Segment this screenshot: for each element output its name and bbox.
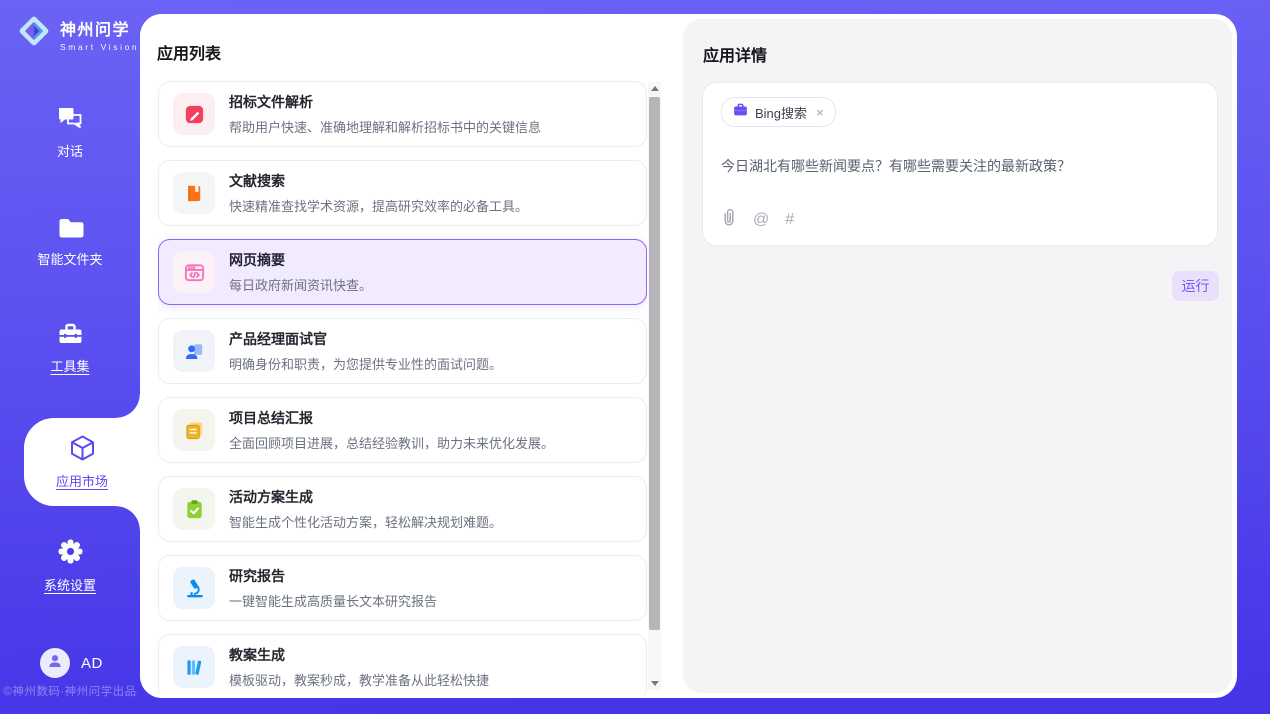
briefcase-icon (733, 103, 748, 122)
list-scrollbar[interactable] (648, 82, 661, 690)
prompt-input[interactable]: 今日湖北有哪些新闻要点？有哪些需要关注的最新政策？ (721, 157, 1199, 177)
app-card-research-report[interactable]: 研究报告 一键智能生成高质量长文本研究报告 (158, 555, 647, 621)
brand-tagline: Smart Vision (60, 42, 139, 52)
sidebar-item-settings[interactable]: 系统设置 (0, 538, 140, 594)
tool-tag-bing-search[interactable]: Bing搜索 × (721, 97, 836, 127)
tool-tag-label: Bing搜索 (755, 103, 807, 122)
hash-icon[interactable]: # (785, 211, 794, 229)
sidebar: 神州问学 Smart Vision 对话 智能文件夹 (0, 0, 140, 714)
microscope-icon (173, 567, 215, 609)
sidebar-item-chat[interactable]: 对话 (0, 106, 140, 160)
browser-code-icon (173, 251, 215, 293)
app-card-title: 教案生成 (229, 645, 489, 665)
scrollbar-thumb[interactable] (649, 97, 660, 630)
toolbox-icon (57, 322, 84, 349)
sidebar-item-label: 应用市场 (56, 471, 108, 490)
person-icon (46, 652, 64, 675)
app-card-project-summary[interactable]: 项目总结汇报 全面回顾项目进展，总结经验教训，助力未来优化发展。 (158, 397, 647, 463)
gear-icon (57, 538, 84, 568)
app-card-desc: 一键智能生成高质量长文本研究报告 (229, 591, 437, 610)
book-icon (173, 172, 215, 214)
notes-icon (173, 409, 215, 451)
app-card-desc: 每日政府新闻资讯快查。 (229, 275, 372, 294)
app-card-title: 项目总结汇报 (229, 408, 554, 428)
sidebar-item-toolset[interactable]: 工具集 (0, 322, 140, 375)
app-card-desc: 全面回顾项目进展，总结经验教训，助力未来优化发展。 (229, 433, 554, 452)
app-card-title: 研究报告 (229, 566, 437, 586)
sidebar-item-label: 智能文件夹 (37, 249, 102, 268)
app-card-title: 网页摘要 (229, 250, 372, 270)
sidebar-item-label: 对话 (57, 141, 83, 160)
app-card-title: 产品经理面试官 (229, 329, 502, 349)
app-card-title: 文献搜索 (229, 171, 528, 191)
user-chip[interactable]: AD (40, 648, 103, 678)
edit-document-icon (173, 93, 215, 135)
interviewer-icon (173, 330, 215, 372)
chat-icon (57, 106, 84, 134)
app-list-panel: 应用列表 招标文件解析 帮助用户快速、准确地理解和解析招标书中的关键信息 (140, 14, 683, 698)
app-card-desc: 智能生成个性化活动方案，轻松解决规划难题。 (229, 512, 502, 531)
avatar (40, 648, 70, 678)
brand-name: 神州问学 (60, 16, 139, 40)
app-card-desc: 明确身份和职责，为您提供专业性的面试问题。 (229, 354, 502, 373)
main-container: 应用列表 招标文件解析 帮助用户快速、准确地理解和解析招标书中的关键信息 (140, 14, 1237, 698)
folder-icon (57, 216, 84, 242)
app-card-desc: 快速精准查找学术资源，提高研究效率的必备工具。 (229, 196, 528, 215)
prompt-card: Bing搜索 × 今日湖北有哪些新闻要点？有哪些需要关注的最新政策？ @ # (702, 82, 1218, 246)
sidebar-footer: ©神州数码·神州问学出品 (0, 683, 140, 699)
app-card-desc: 模板驱动，教案秒成，教学准备从此轻松快捷 (229, 670, 489, 689)
at-icon[interactable]: @ (753, 211, 769, 229)
triangle-up-icon (651, 86, 659, 91)
app-card-literature-search[interactable]: 文献搜索 快速精准查找学术资源，提高研究效率的必备工具。 (158, 160, 647, 226)
app-card-event-plan[interactable]: 活动方案生成 智能生成个性化活动方案，轻松解决规划难题。 (158, 476, 647, 542)
app-list-title: 应用列表 (157, 40, 221, 64)
run-button[interactable]: 运行 (1172, 271, 1219, 301)
app-detail-title: 应用详情 (703, 42, 767, 66)
close-icon[interactable]: × (816, 105, 824, 120)
triangle-down-icon (651, 681, 659, 686)
cube-icon (69, 434, 96, 465)
app-card-lesson-plan[interactable]: 教案生成 模板驱动，教案秒成，教学准备从此轻松快捷 (158, 634, 647, 695)
user-initials: AD (81, 655, 103, 672)
paperclip-icon[interactable] (721, 208, 737, 231)
app-detail-panel: 应用详情 Bing搜索 × 今日湖北有哪些新闻要点？有哪些需要关注的最新政策？ (683, 19, 1232, 693)
app-card-title: 招标文件解析 (229, 92, 541, 112)
sidebar-item-smart-folder[interactable]: 智能文件夹 (0, 216, 140, 268)
books-icon (173, 646, 215, 688)
app-card-bid-analysis[interactable]: 招标文件解析 帮助用户快速、准确地理解和解析招标书中的关键信息 (158, 81, 647, 147)
sidebar-item-app-market[interactable]: 应用市场 (24, 418, 140, 506)
app-card-pm-interviewer[interactable]: 产品经理面试官 明确身份和职责，为您提供专业性的面试问题。 (158, 318, 647, 384)
scrollbar-down-button[interactable] (648, 677, 661, 690)
diamond-gem-icon (15, 12, 53, 55)
sidebar-item-label: 工具集 (50, 356, 89, 375)
clipboard-check-icon (173, 488, 215, 530)
attachment-toolbar: @ # (721, 208, 794, 231)
app-card-desc: 帮助用户快速、准确地理解和解析招标书中的关键信息 (229, 117, 541, 136)
scrollbar-up-button[interactable] (648, 82, 661, 95)
app-card-title: 活动方案生成 (229, 487, 502, 507)
sidebar-item-label: 系统设置 (44, 575, 96, 594)
app-logo: 神州问学 Smart Vision (15, 12, 139, 55)
app-card-web-summary[interactable]: 网页摘要 每日政府新闻资讯快查。 (158, 239, 647, 305)
app-card-list: 招标文件解析 帮助用户快速、准确地理解和解析招标书中的关键信息 文献搜索 快速精… (158, 81, 647, 695)
